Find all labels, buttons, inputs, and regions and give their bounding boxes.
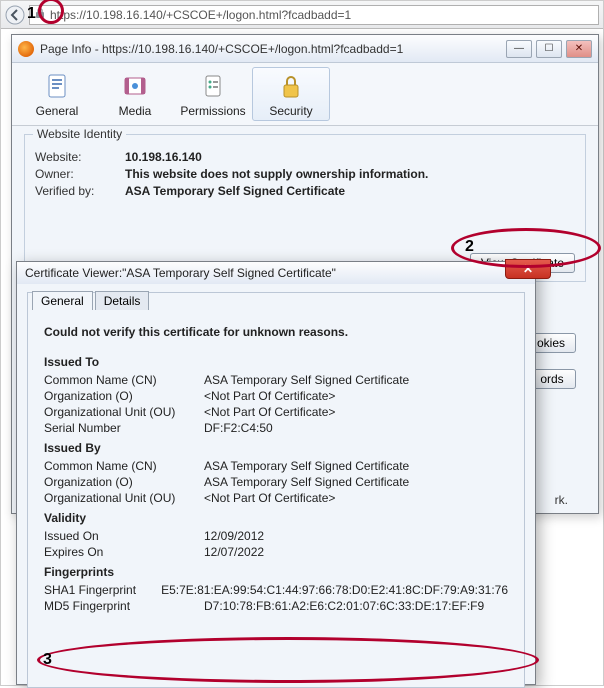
issued-by-cn: ASA Temporary Self Signed Certificate bbox=[204, 459, 508, 473]
certificate-viewer-window: Certificate Viewer:"ASA Temporary Self S… bbox=[16, 261, 536, 685]
media-icon bbox=[97, 72, 173, 102]
tab-media-label: Media bbox=[97, 104, 173, 118]
issued-to-cn: ASA Temporary Self Signed Certificate bbox=[204, 373, 508, 387]
back-button[interactable] bbox=[5, 5, 25, 25]
label-cn-by: Common Name (CN) bbox=[44, 459, 204, 473]
tab-security-label: Security bbox=[253, 104, 329, 118]
tab-security[interactable]: Security bbox=[252, 67, 330, 121]
label-expires-on: Expires On bbox=[44, 545, 204, 559]
section-validity: Validity bbox=[44, 511, 508, 525]
annotation-label-3: 3 bbox=[43, 651, 52, 669]
website-value: 10.198.16.140 bbox=[125, 150, 575, 164]
tech-details-fragment: rk. bbox=[555, 493, 568, 507]
page-info-titlebar: Page Info - https://10.198.16.140/+CSCOE… bbox=[12, 35, 598, 63]
cert-viewer-close-button[interactable]: ✕ bbox=[505, 259, 551, 279]
issued-to-ou: <Not Part Of Certificate> bbox=[204, 405, 508, 419]
label-sha1: SHA1 Fingerprint bbox=[44, 583, 161, 597]
website-identity-group: Website Identity Website: 10.198.16.140 … bbox=[24, 134, 586, 282]
tab-general-label: General bbox=[19, 104, 95, 118]
minimize-button[interactable]: — bbox=[506, 40, 532, 58]
issued-to-o: <Not Part Of Certificate> bbox=[204, 389, 508, 403]
annotation-label-1: 1 bbox=[27, 5, 36, 23]
maximize-button[interactable]: ☐ bbox=[536, 40, 562, 58]
url-bar[interactable]: https://10.198.16.140/+CSCOE+/logon.html… bbox=[29, 5, 599, 25]
validity-expires-on: 12/07/2022 bbox=[204, 545, 508, 559]
url-text: https://10.198.16.140/+CSCOE+/logon.html… bbox=[50, 8, 351, 22]
security-lock-icon bbox=[253, 72, 329, 102]
page-info-title: Page Info - https://10.198.16.140/+CSCOE… bbox=[40, 42, 403, 56]
label-ou-by: Organizational Unit (OU) bbox=[44, 491, 204, 505]
tab-permissions-label: Permissions bbox=[175, 104, 251, 118]
owner-value: This website does not supply ownership i… bbox=[125, 167, 575, 181]
website-label: Website: bbox=[35, 150, 125, 164]
validity-issued-on: 12/09/2012 bbox=[204, 529, 508, 543]
fingerprint-sha1: E5:7E:81:EA:99:54:C1:44:97:66:78:D0:E2:4… bbox=[161, 583, 508, 597]
firefox-icon bbox=[18, 41, 34, 57]
fingerprint-md5: D7:10:78:FB:61:A2:E6:C2:01:07:6C:33:DE:1… bbox=[204, 599, 508, 613]
close-button[interactable]: ✕ bbox=[566, 40, 592, 58]
tab-general[interactable]: General bbox=[18, 67, 96, 121]
tab-media[interactable]: Media bbox=[96, 67, 174, 121]
cert-viewer-title: Certificate Viewer:"ASA Temporary Self S… bbox=[25, 266, 336, 280]
cert-viewer-titlebar: Certificate Viewer:"ASA Temporary Self S… bbox=[17, 262, 535, 284]
website-identity-legend: Website Identity bbox=[33, 127, 126, 141]
section-fingerprints: Fingerprints bbox=[44, 565, 508, 579]
owner-label: Owner: bbox=[35, 167, 125, 181]
tab-permissions[interactable]: Permissions bbox=[174, 67, 252, 121]
issued-by-ou: <Not Part Of Certificate> bbox=[204, 491, 508, 505]
cert-tab-general[interactable]: General bbox=[32, 291, 93, 310]
label-ou: Organizational Unit (OU) bbox=[44, 405, 204, 419]
verifiedby-value: ASA Temporary Self Signed Certificate bbox=[125, 184, 575, 198]
section-issued-to: Issued To bbox=[44, 355, 508, 369]
label-o: Organization (O) bbox=[44, 389, 204, 403]
issued-to-serial: DF:F2:C4:50 bbox=[204, 421, 508, 435]
permissions-icon bbox=[175, 72, 251, 102]
verifiedby-label: Verified by: bbox=[35, 184, 125, 198]
label-cn: Common Name (CN) bbox=[44, 373, 204, 387]
document-icon bbox=[19, 72, 95, 102]
label-serial: Serial Number bbox=[44, 421, 204, 435]
cert-tab-details[interactable]: Details bbox=[95, 291, 150, 310]
label-issued-on: Issued On bbox=[44, 529, 204, 543]
page-info-toolbar: General Media Permissions Security bbox=[12, 63, 598, 126]
label-o-by: Organization (O) bbox=[44, 475, 204, 489]
browser-nav-bar: https://10.198.16.140/+CSCOE+/logon.html… bbox=[1, 1, 603, 29]
annotation-label-2: 2 bbox=[465, 238, 474, 256]
label-md5: MD5 Fingerprint bbox=[44, 599, 204, 613]
cert-warning: Could not verify this certificate for un… bbox=[44, 325, 508, 339]
issued-by-o: ASA Temporary Self Signed Certificate bbox=[204, 475, 508, 489]
section-issued-by: Issued By bbox=[44, 441, 508, 455]
